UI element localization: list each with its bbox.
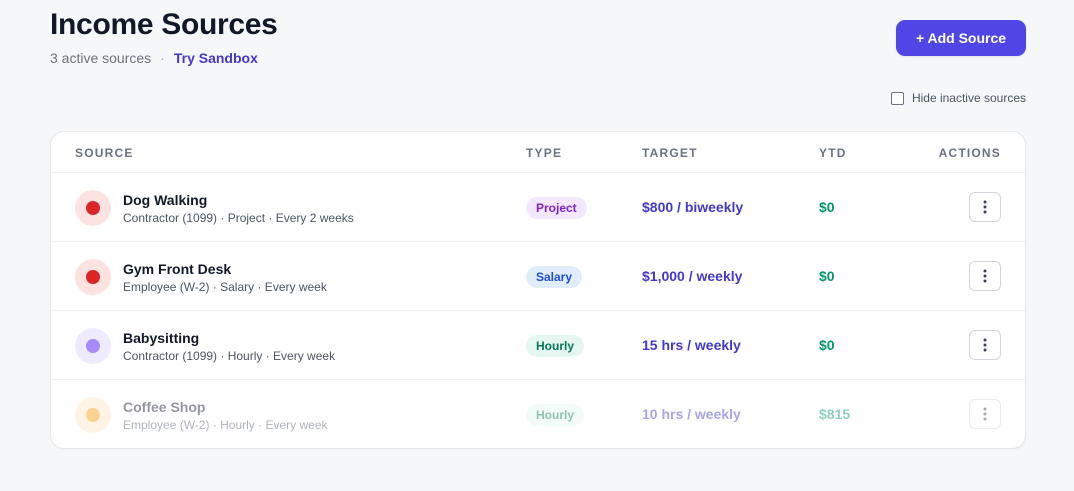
- page-title: Income Sources: [50, 8, 278, 41]
- table-row[interactable]: Gym Front Desk Employee (W-2) · Salary ·…: [51, 242, 1025, 311]
- source-color-dot: [86, 339, 100, 353]
- type-badge: Project: [526, 197, 587, 219]
- target-value: 10 hrs / weekly: [642, 406, 741, 422]
- table-body: Dog Walking Contractor (1099) · Project …: [51, 173, 1025, 448]
- hide-inactive-label: Hide inactive sources: [911, 91, 1026, 105]
- ytd-value: $815: [819, 406, 851, 422]
- type-badge: Salary: [526, 266, 583, 288]
- column-header-source: SOURCE: [75, 146, 134, 160]
- source-meta: Contractor (1099) · Hourly · Every week: [123, 349, 336, 363]
- source-avatar: [75, 397, 111, 433]
- source-color-dot: [86, 408, 100, 422]
- source-avatar: [75, 259, 111, 295]
- source-meta: Employee (W-2) · Salary · Every week: [123, 280, 327, 294]
- income-sources-page: Income Sources 3 active sources · Try Sa…: [0, 0, 1074, 491]
- source-color-dot: [86, 270, 100, 284]
- row-actions-button[interactable]: [969, 399, 1001, 429]
- row-actions-button[interactable]: [969, 261, 1001, 291]
- source-meta: Employee (W-2) · Hourly · Every week: [123, 418, 328, 432]
- source-meta: Contractor (1099) · Project · Every 2 we…: [123, 211, 354, 225]
- target-value: $1,000 / weekly: [642, 268, 743, 284]
- active-count: 3 active sources: [50, 50, 152, 66]
- column-header-ytd: YTD: [819, 146, 847, 160]
- add-source-button[interactable]: + Add Source: [896, 20, 1026, 56]
- row-actions-button[interactable]: [969, 330, 1001, 360]
- hide-inactive-checkbox[interactable]: [890, 91, 904, 105]
- column-header-type: TYPE: [526, 146, 563, 160]
- ytd-value: $0: [819, 268, 835, 284]
- source-name: Babysitting: [123, 330, 200, 346]
- subtitle-separator: ·: [160, 50, 165, 66]
- more-vertical-icon: [983, 269, 987, 283]
- column-header-actions: ACTIONS: [938, 146, 1001, 160]
- column-header-target: TARGET: [642, 146, 698, 160]
- table-row[interactable]: Babysitting Contractor (1099) · Hourly ·…: [51, 311, 1025, 380]
- table-row[interactable]: Dog Walking Contractor (1099) · Project …: [51, 173, 1025, 242]
- more-vertical-icon: [983, 200, 987, 214]
- ytd-value: $0: [819, 199, 835, 215]
- more-vertical-icon: [983, 338, 987, 352]
- page-subtitle: 3 active sources · Try Sandbox: [50, 50, 258, 66]
- ytd-value: $0: [819, 337, 835, 353]
- target-value: 15 hrs / weekly: [642, 337, 741, 353]
- source-name: Coffee Shop: [123, 399, 206, 415]
- type-badge: Hourly: [526, 335, 585, 357]
- try-sandbox-link[interactable]: Try Sandbox: [174, 50, 258, 66]
- source-name: Dog Walking: [123, 192, 208, 208]
- table-row[interactable]: Coffee Shop Employee (W-2) · Hourly · Ev…: [51, 380, 1025, 448]
- source-avatar: [75, 328, 111, 364]
- source-avatar: [75, 190, 111, 226]
- more-vertical-icon: [983, 407, 987, 421]
- row-actions-button[interactable]: [969, 192, 1001, 222]
- target-value: $800 / biweekly: [642, 199, 744, 215]
- income-sources-table: SOURCE TYPE TARGET YTD ACTIONS Dog Walki…: [50, 131, 1026, 449]
- hide-inactive-toggle[interactable]: Hide inactive sources: [890, 91, 1026, 105]
- type-badge: Hourly: [526, 404, 585, 426]
- source-name: Gym Front Desk: [123, 261, 232, 277]
- table-header: SOURCE TYPE TARGET YTD ACTIONS: [51, 132, 1025, 173]
- source-color-dot: [86, 201, 100, 215]
